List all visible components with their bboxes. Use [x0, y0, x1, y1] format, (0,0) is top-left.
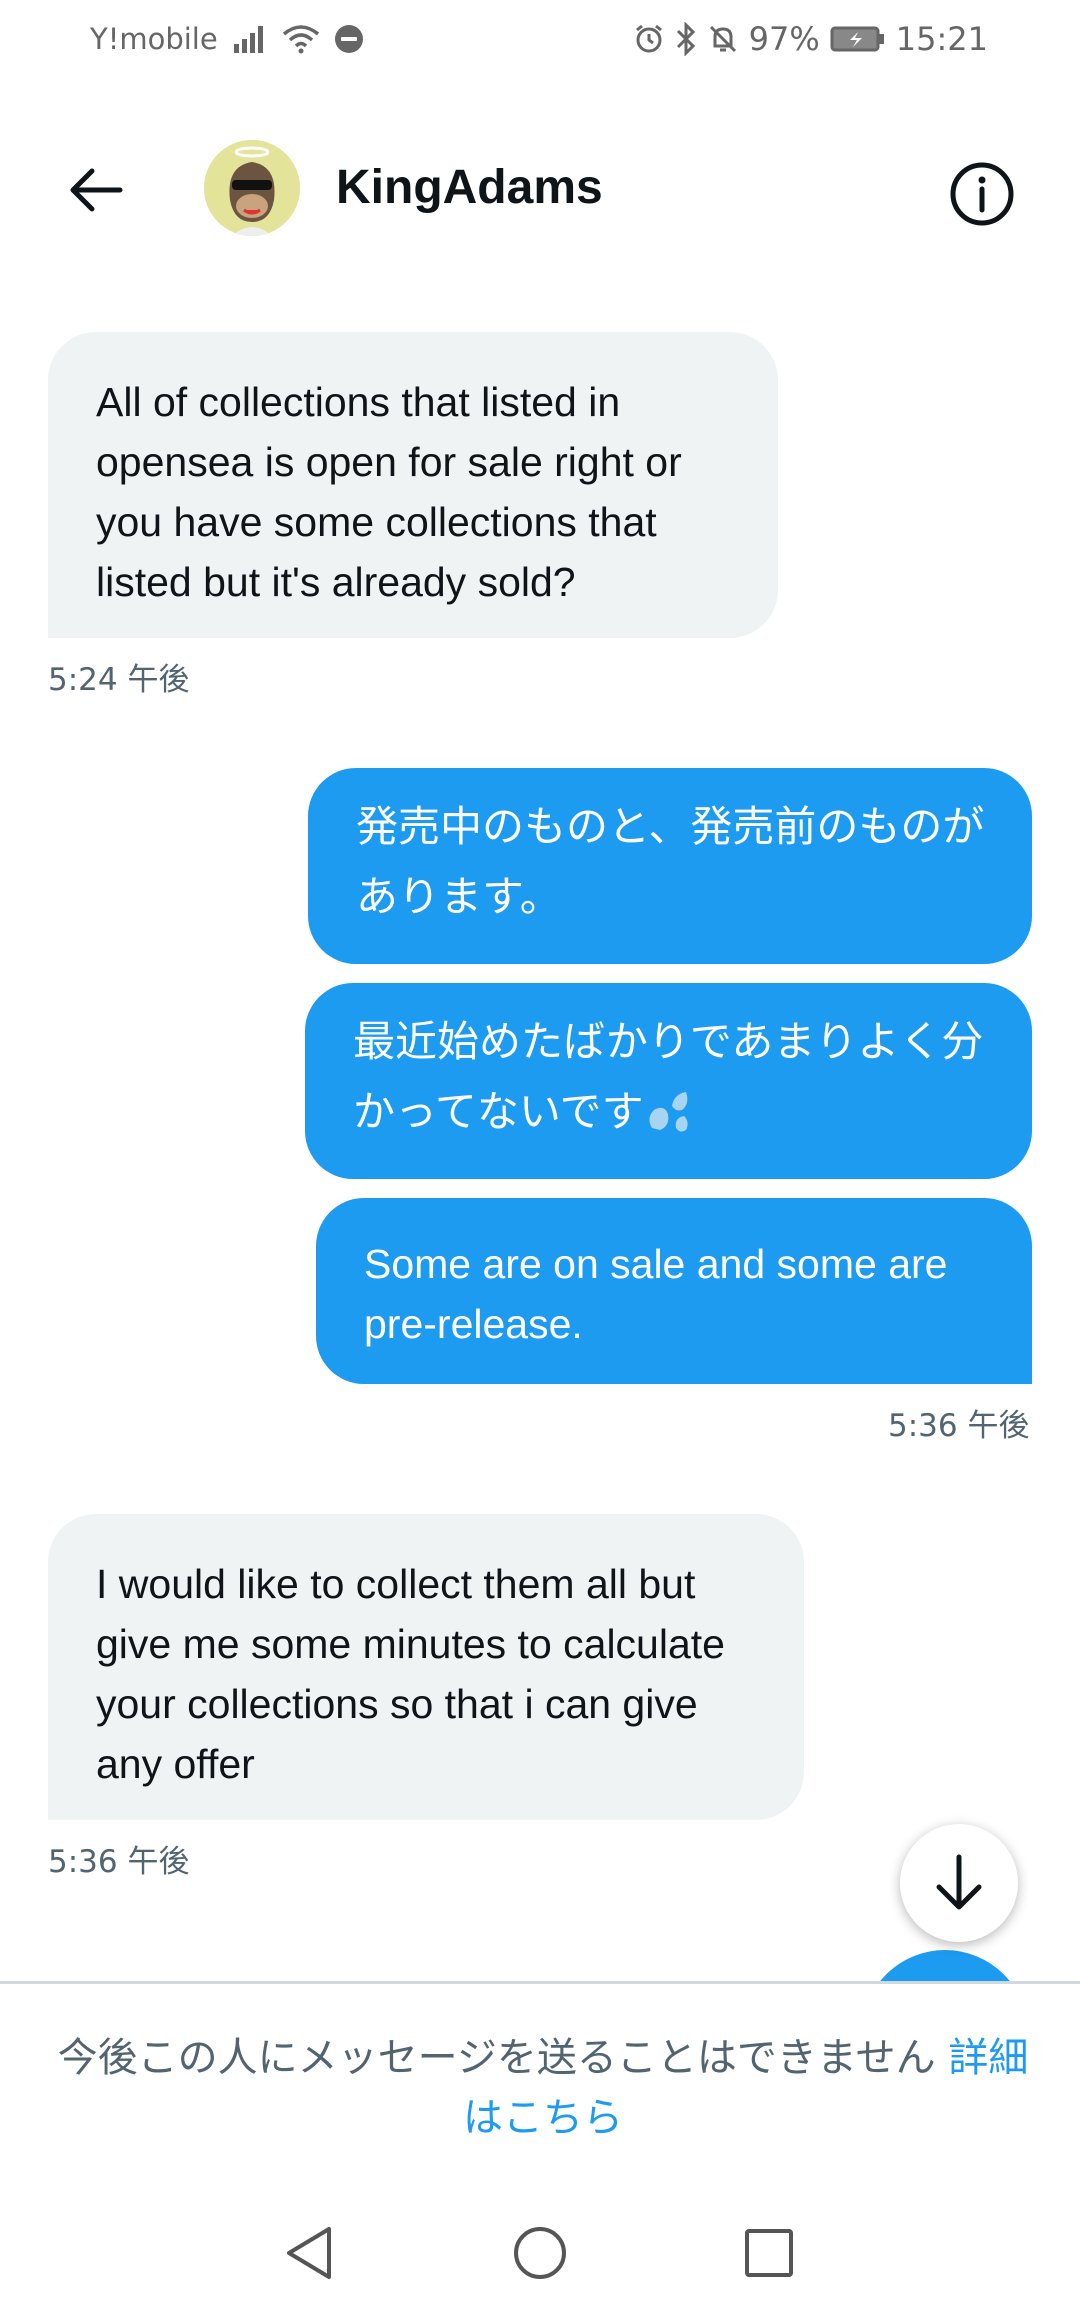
info-circle-icon	[950, 162, 1014, 226]
message-bubble-outgoing[interactable]: Some are on sale and some are pre-releas…	[316, 1198, 1032, 1384]
avatar[interactable]	[204, 140, 300, 236]
notice-text: 今後この人にメッセージを送ることはできません	[57, 2035, 936, 2081]
nav-home-button[interactable]	[505, 2218, 575, 2288]
contact-name[interactable]: KingAdams	[336, 160, 603, 215]
wifi-icon	[282, 25, 319, 54]
message-text: All of collections that listed in opense…	[96, 379, 682, 605]
avatar-image	[204, 140, 300, 236]
dm-disabled-notice-area: 今後この人にメッセージを送ることはできません 詳細はこちら	[0, 1981, 1080, 2171]
square-recents-icon	[745, 2229, 793, 2277]
alarm-icon	[635, 24, 662, 53]
signal-icon	[233, 26, 263, 53]
status-bar: Y!mobile 97% 15:21	[0, 0, 1080, 84]
system-nav-bar	[0, 2192, 1080, 2312]
arrow-down-icon	[936, 1854, 982, 1910]
battery-charging-icon	[830, 26, 884, 52]
status-left: Y!mobile	[90, 22, 364, 56]
status-right: 97% 15:21	[633, 20, 988, 58]
message-text: 発売中のものと、発売前のものがあります。	[356, 802, 985, 921]
info-button[interactable]	[946, 158, 1018, 230]
bluetooth-icon	[676, 22, 695, 56]
message-timestamp: 5:24 午後	[48, 662, 190, 698]
vpn-icon	[334, 25, 363, 53]
message-text: Some are on sale and some are pre-releas…	[364, 1241, 948, 1347]
message-timestamp: 5:36 午後	[48, 1844, 190, 1880]
message-bubble-incoming[interactable]: I would like to collect them all but giv…	[48, 1514, 804, 1820]
battery-percent: 97%	[748, 20, 820, 58]
sweat-droplets-icon	[649, 1092, 688, 1132]
message-bubble-outgoing[interactable]: 発売中のものと、発売前のものがあります。	[308, 768, 1032, 964]
conversation-header: KingAdams	[0, 120, 1080, 260]
message-bubble-outgoing[interactable]: 最近始めたばかりであまりよく分かってないです	[305, 983, 1032, 1179]
circle-home-icon	[514, 2227, 566, 2279]
carrier-label: Y!mobile	[90, 22, 218, 56]
silent-bell-icon	[709, 25, 736, 53]
message-text: I would like to collect them all but giv…	[96, 1561, 725, 1787]
triangle-back-icon	[287, 2227, 331, 2279]
back-button[interactable]	[60, 154, 132, 226]
message-timestamp: 5:36 午後	[888, 1408, 1030, 1444]
arrow-left-icon	[70, 168, 123, 212]
dm-disabled-notice: 今後この人にメッセージを送ることはできません 詳細はこちら	[48, 2028, 1038, 2148]
nav-recents-button[interactable]	[734, 2218, 804, 2288]
clock: 15:21	[895, 20, 988, 58]
message-bubble-incoming[interactable]: All of collections that listed in opense…	[48, 332, 778, 638]
scroll-to-bottom-button[interactable]	[900, 1824, 1018, 1942]
nav-back-button[interactable]	[274, 2218, 344, 2288]
